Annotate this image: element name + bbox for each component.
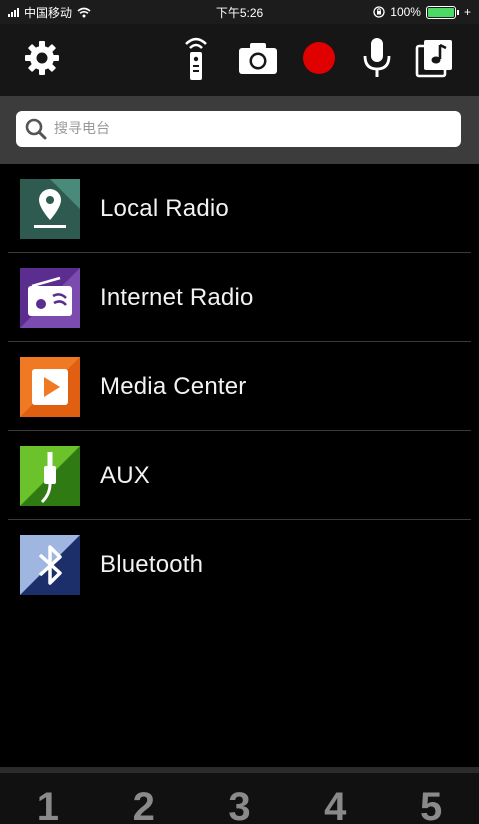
preset-button-2[interactable]: 2 <box>96 773 192 824</box>
source-item-aux[interactable]: AUX <box>0 431 479 520</box>
play-icon <box>20 356 80 417</box>
source-label: Local Radio <box>100 194 229 222</box>
battery-icon <box>425 5 456 19</box>
source-item-internet-radio[interactable]: Internet Radio <box>0 253 479 342</box>
source-label: Media Center <box>100 372 247 400</box>
preset-button-1[interactable]: 1 <box>0 773 96 824</box>
bluetooth-icon <box>20 534 80 595</box>
orientation-lock-icon <box>373 6 385 18</box>
status-bar: 中国移动 下午5:26 100% + <box>0 0 479 24</box>
location-pin-icon <box>20 178 80 239</box>
source-list: Local Radio Internet Radio Media Center <box>0 164 479 609</box>
microphone-icon <box>363 38 391 77</box>
search-bar <box>0 96 479 164</box>
radio-icon <box>20 267 80 328</box>
source-label: Internet Radio <box>100 283 254 311</box>
music-library-button[interactable] <box>413 36 457 80</box>
settings-button[interactable] <box>20 36 64 80</box>
music-library-icon <box>415 40 452 78</box>
status-left: 中国移动 <box>8 4 91 21</box>
preset-bar: 1 2 3 4 5 <box>0 767 479 824</box>
search-input[interactable] <box>54 121 434 137</box>
source-item-bluetooth[interactable]: Bluetooth <box>0 520 479 609</box>
record-button[interactable] <box>297 36 341 80</box>
wifi-icon <box>77 7 91 17</box>
camera-button[interactable] <box>236 36 280 80</box>
carrier-name: 中国移动 <box>24 5 73 20</box>
microphone-button[interactable] <box>355 36 399 80</box>
source-label: Bluetooth <box>100 550 204 578</box>
camera-icon <box>239 43 277 74</box>
toolbar <box>0 24 479 96</box>
remote-icon <box>185 37 207 80</box>
record-icon <box>303 42 335 74</box>
signal-icon <box>8 7 19 17</box>
search-icon <box>25 118 47 140</box>
battery-percent: 100% <box>390 5 421 19</box>
search-box[interactable] <box>16 111 461 147</box>
remote-button[interactable] <box>174 36 218 80</box>
source-item-media-center[interactable]: Media Center <box>0 342 479 431</box>
preset-button-5[interactable]: 5 <box>383 773 479 824</box>
aux-plug-icon <box>20 445 80 506</box>
source-item-local-radio[interactable]: Local Radio <box>0 164 479 253</box>
gear-icon <box>25 41 59 75</box>
preset-button-4[interactable]: 4 <box>287 773 383 824</box>
source-label: AUX <box>100 461 150 489</box>
status-right: 100% + <box>373 5 471 19</box>
preset-button-3[interactable]: 3 <box>192 773 288 824</box>
charging-icon: + <box>463 5 471 19</box>
